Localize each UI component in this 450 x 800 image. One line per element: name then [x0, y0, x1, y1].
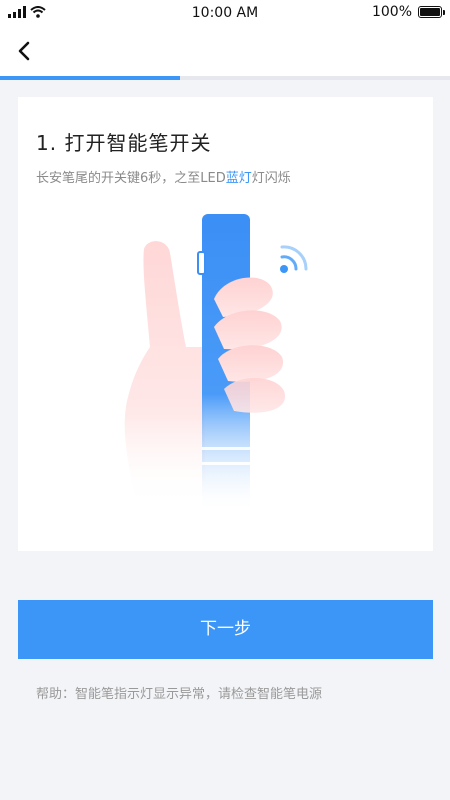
back-button[interactable]: [10, 36, 40, 66]
step-description-suffix: 灯闪烁: [251, 171, 291, 186]
hand-holding-pen-illustration: [124, 214, 308, 514]
signal-waves-icon: [280, 245, 308, 273]
step-description: 长安笔尾的开关键6秒，之至LED蓝灯灯闪烁: [36, 167, 291, 186]
battery-icon: [418, 6, 445, 18]
chevron-left-icon: [18, 41, 30, 61]
pen-ring: [202, 447, 250, 450]
step-progress-fill: [0, 76, 180, 80]
hand-palm: [124, 241, 206, 507]
pen-switch-button: [197, 251, 206, 275]
step-description-prefix: 长安笔尾的开关键6秒，之至LED: [36, 171, 226, 186]
instruction-card: 1. 打开智能笔开关 长安笔尾的开关键6秒，之至LED蓝灯灯闪烁: [18, 97, 433, 551]
next-step-button[interactable]: 下一步: [18, 600, 433, 659]
step-title: 1. 打开智能笔开关: [36, 131, 212, 155]
step-description-highlight: 蓝灯: [225, 171, 252, 186]
battery-percent: 100%: [371, 4, 412, 20]
pen-ring: [202, 462, 250, 465]
nav-bar: [0, 26, 450, 76]
help-text: 帮助：智能笔指示灯显示异常，请检查智能笔电源: [36, 687, 323, 702]
finger: [224, 377, 286, 413]
status-bar: 10:00 AM 100%: [0, 0, 450, 26]
status-right: 100%: [371, 4, 445, 20]
step-progress-bar: [0, 76, 450, 80]
